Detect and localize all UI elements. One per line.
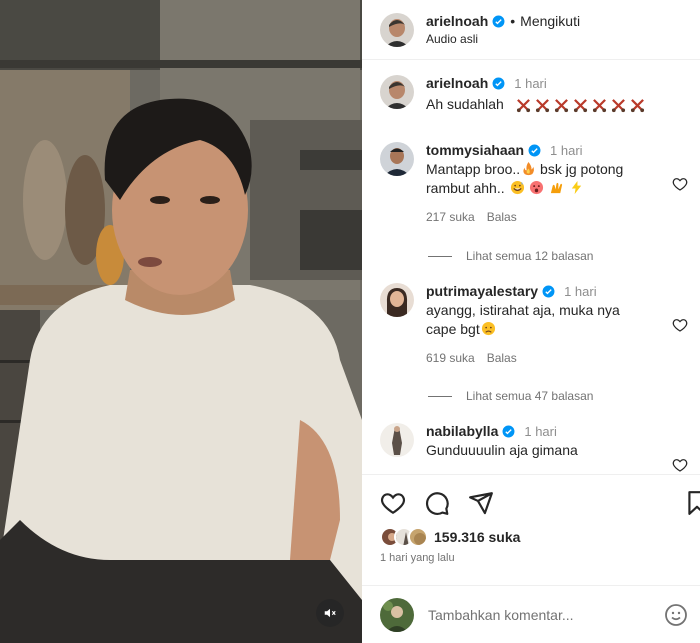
- add-comment-bar: Tambahkan komentar...: [362, 585, 700, 643]
- crossed-swords-emojis: [516, 98, 645, 113]
- post-header: arielnoah • Mengikuti Audio asli: [362, 0, 700, 60]
- current-user-avatar: [380, 598, 414, 632]
- comment-likes[interactable]: 217 suka: [426, 210, 475, 224]
- likes-count[interactable]: 159.316 suka: [434, 529, 520, 545]
- author-username[interactable]: arielnoah: [426, 13, 488, 29]
- crossed-swords-icon: [611, 98, 626, 113]
- crossed-swords-icon: [592, 98, 607, 113]
- comment-text-line2: cape bgt: [426, 321, 480, 337]
- commenter-username[interactable]: nabilabylla: [426, 423, 498, 439]
- comment-item: tommysiahaan 1 hari Mantapp broo.. bsk j…: [380, 142, 700, 224]
- view-replies-label: Lihat semua 47 balasan: [466, 389, 594, 403]
- comment-likes[interactable]: 619 suka: [426, 351, 475, 365]
- avatar-image: [380, 423, 414, 457]
- crossed-swords-icon: [516, 98, 531, 113]
- surprised-face-icon: [530, 180, 544, 195]
- crossed-swords-icon: [554, 98, 569, 113]
- view-replies-button[interactable]: Lihat semua 47 balasan: [428, 389, 593, 403]
- bookmark-icon[interactable]: [684, 490, 700, 516]
- post-side-panel: arielnoah • Mengikuti Audio asli arielno…: [362, 0, 700, 643]
- comment-item: nabilabylla 1 hari Gunduuuulin aja giman…: [380, 423, 700, 472]
- likes-summary[interactable]: 159.316 suka: [380, 527, 520, 547]
- reply-button[interactable]: Balas: [487, 210, 517, 224]
- speaker-muted-icon: [324, 608, 336, 618]
- share-icon[interactable]: [468, 490, 494, 516]
- audio-label[interactable]: Audio asli: [426, 32, 580, 46]
- comment-text: Mantapp broo..: [426, 161, 521, 177]
- crossed-swords-icon: [630, 98, 645, 113]
- caption-username[interactable]: arielnoah: [426, 75, 488, 91]
- crossed-swords-icon: [573, 98, 588, 113]
- comment-text: Gunduuuulin aja gimana: [426, 442, 578, 458]
- avatar-image: [380, 142, 414, 176]
- smiley-icon[interactable]: [664, 603, 688, 627]
- avatar-image: [380, 12, 414, 47]
- lightning-icon: [571, 180, 582, 195]
- caption-avatar[interactable]: [380, 75, 414, 109]
- post-actions: 159.316 suka 1 hari yang lalu Tambahkan …: [362, 474, 700, 643]
- divider-line: [428, 395, 452, 397]
- comment-input[interactable]: Tambahkan komentar...: [428, 607, 664, 623]
- liker-avatar: [408, 527, 428, 547]
- avatar-image: [380, 75, 414, 109]
- grinning-sweat-icon: [510, 180, 524, 195]
- avatar-image: [380, 283, 414, 317]
- commenter-username[interactable]: tommysiahaan: [426, 142, 524, 158]
- post-date[interactable]: 1 hari yang lalu: [380, 552, 455, 564]
- heart-icon[interactable]: [672, 176, 688, 192]
- commenter-username[interactable]: putrimayalestary: [426, 283, 538, 299]
- verified-badge-icon: [542, 285, 555, 297]
- video-frame: [0, 0, 362, 643]
- heart-icon[interactable]: [380, 490, 406, 516]
- author-avatar[interactable]: [380, 12, 414, 47]
- post-caption: arielnoah 1 hari Ah sudahlah: [380, 75, 645, 114]
- commenter-avatar[interactable]: [380, 423, 414, 457]
- reply-button[interactable]: Balas: [487, 351, 517, 365]
- verified-badge-icon: [492, 77, 505, 89]
- heart-icon[interactable]: [672, 317, 688, 333]
- disappointed-face-icon: [481, 321, 495, 336]
- comment-text-line2: rambut ahh..: [426, 180, 505, 196]
- raising-hands-icon: [551, 182, 563, 194]
- mute-button[interactable]: [316, 599, 344, 627]
- commenter-avatar[interactable]: [380, 142, 414, 176]
- comment-time[interactable]: 1 hari: [564, 284, 597, 299]
- verified-badge-icon: [528, 144, 541, 156]
- post-media[interactable]: [0, 0, 362, 643]
- heart-icon[interactable]: [672, 457, 688, 473]
- fire-icon: [523, 161, 535, 176]
- comment-time[interactable]: 1 hari: [524, 424, 557, 439]
- follow-button[interactable]: Mengikuti: [520, 13, 580, 29]
- comment-text: ayangg, istirahat aja, muka nya: [426, 302, 620, 318]
- verified-badge-icon: [492, 15, 505, 27]
- caption-text: Ah sudahlah: [426, 96, 504, 112]
- view-replies-label: Lihat semua 12 balasan: [466, 249, 594, 263]
- view-replies-button[interactable]: Lihat semua 12 balasan: [428, 249, 593, 263]
- comment-icon[interactable]: [424, 490, 450, 516]
- separator-dot: •: [510, 13, 516, 29]
- comment-text-cont: bsk jg potong: [536, 161, 624, 177]
- divider-line: [428, 255, 452, 257]
- header-text: arielnoah • Mengikuti Audio asli: [426, 13, 580, 46]
- crossed-swords-icon: [535, 98, 550, 113]
- commenter-avatar[interactable]: [380, 283, 414, 317]
- caption-time[interactable]: 1 hari: [514, 76, 547, 91]
- verified-badge-icon: [502, 425, 515, 437]
- comment-time[interactable]: 1 hari: [550, 143, 583, 158]
- comment-item: putrimayalestary 1 hari ayangg, istiraha…: [380, 283, 700, 365]
